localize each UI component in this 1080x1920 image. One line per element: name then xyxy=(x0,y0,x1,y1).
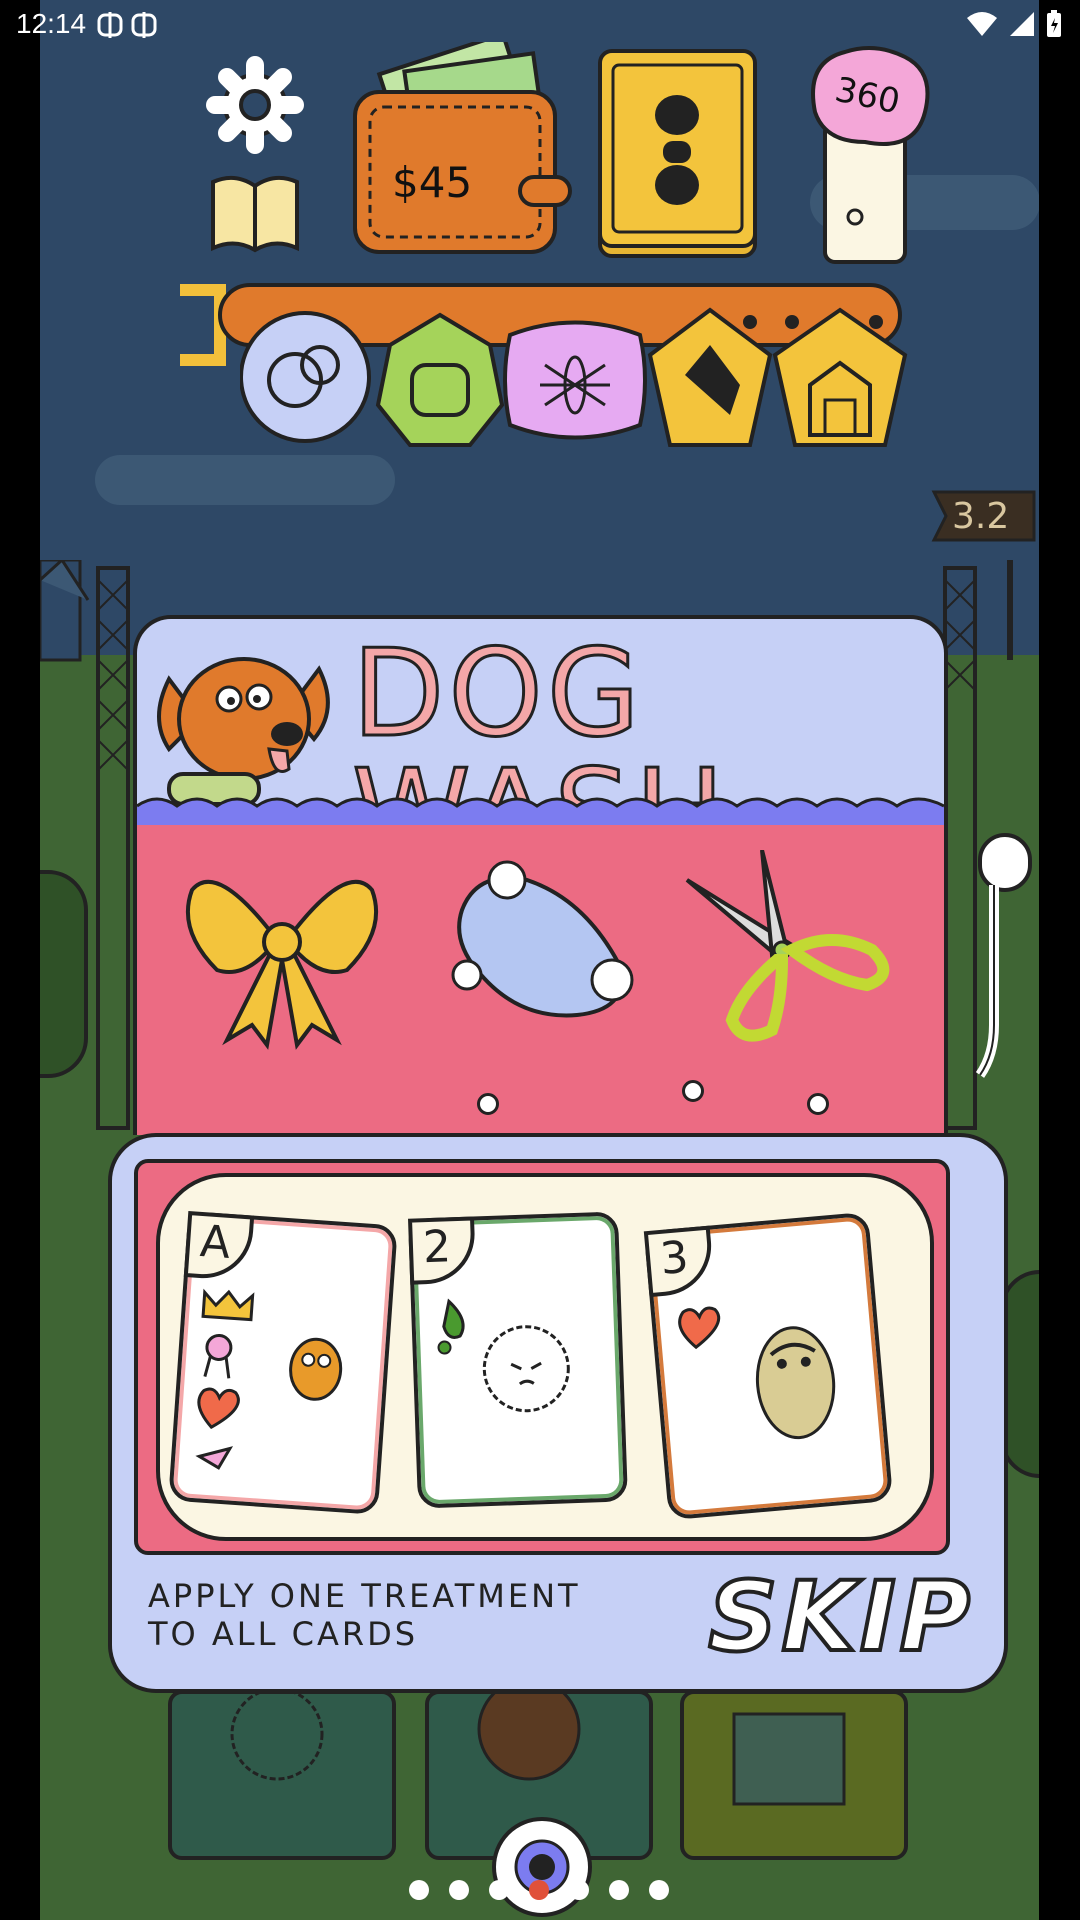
drop-icon xyxy=(442,1298,465,1339)
water-waves xyxy=(137,797,944,829)
card-deck-icon[interactable] xyxy=(595,45,760,260)
page-dot[interactable] xyxy=(529,1880,549,1900)
page-dot[interactable] xyxy=(409,1880,429,1900)
wifi-icon xyxy=(967,12,997,36)
level-number: 3.2 xyxy=(952,496,1010,537)
card-three[interactable]: 3 xyxy=(643,1211,894,1521)
headphone-prop xyxy=(975,833,1032,1078)
dog-portrait xyxy=(289,1337,343,1401)
page-indicator xyxy=(0,1878,1080,1902)
hedge xyxy=(40,870,88,1078)
scissors-treatment[interactable] xyxy=(682,850,892,1050)
bug-icon xyxy=(97,12,157,38)
cloud xyxy=(95,455,395,505)
game-scene: 3.2 $45 360 DOG A 2 3 APPLY ONE TREATMEN… xyxy=(40,0,1039,1920)
page-dot[interactable] xyxy=(569,1880,589,1900)
bubbles-tag[interactable] xyxy=(240,311,371,443)
crown-icon xyxy=(201,1288,255,1322)
card-tray: A 2 3 APPLY ONE TREATMENT TO ALL CARDS S… xyxy=(108,1133,1008,1693)
status-bar: 12:14 xyxy=(0,0,1080,48)
dog-wash-panel: DOG WASH xyxy=(133,615,948,1135)
instruction-line-1: APPLY ONE TREATMENT xyxy=(148,1577,581,1615)
settings-gear-icon[interactable] xyxy=(205,55,305,155)
doghouse-art xyxy=(732,1712,846,1806)
battery-icon xyxy=(1047,10,1061,37)
card-area: A 2 3 xyxy=(134,1159,950,1555)
signal-icon xyxy=(1010,12,1034,36)
treatment-options xyxy=(133,825,948,1135)
wallet-icon xyxy=(353,31,572,254)
card-three-art xyxy=(678,1306,836,1440)
ant-tag[interactable] xyxy=(503,320,647,440)
ribbon-icon xyxy=(205,1333,233,1361)
dog-portrait xyxy=(482,1325,570,1413)
guide-book-icon[interactable] xyxy=(205,168,305,258)
score-paw: 360 xyxy=(795,42,945,267)
instruction-text: APPLY ONE TREATMENT TO ALL CARDS xyxy=(148,1577,581,1653)
card-ace[interactable]: A xyxy=(168,1211,398,1515)
heart-icon xyxy=(197,1387,240,1430)
card-two-art xyxy=(437,1298,570,1413)
panel-header: DOG WASH xyxy=(133,615,948,876)
collar-tags xyxy=(240,307,908,447)
soap-treatment[interactable] xyxy=(437,850,647,1050)
bubble-dot xyxy=(682,1080,704,1102)
page-dot[interactable] xyxy=(449,1880,469,1900)
card-rank: 2 xyxy=(408,1216,477,1285)
page-dot[interactable] xyxy=(649,1880,669,1900)
hand-card[interactable] xyxy=(168,1690,396,1860)
card-rank: A xyxy=(183,1211,255,1282)
heart-icon xyxy=(678,1306,721,1350)
money-amount: $45 xyxy=(392,158,473,207)
dog-head-tag[interactable] xyxy=(647,307,773,447)
dog-portrait xyxy=(755,1326,836,1440)
dog-portrait xyxy=(477,1694,581,1781)
eye-button[interactable] xyxy=(492,1815,592,1920)
page-dot[interactable] xyxy=(489,1880,509,1900)
bubble-dot xyxy=(477,1093,499,1115)
instruction-line-2: TO ALL CARDS xyxy=(148,1615,419,1653)
bubble-dot xyxy=(807,1093,829,1115)
collar-tag-icon xyxy=(195,1446,234,1470)
paw-tag[interactable] xyxy=(375,312,505,447)
card-two[interactable]: 2 xyxy=(408,1211,628,1509)
hand-card[interactable] xyxy=(680,1690,908,1860)
wallet-button[interactable]: $45 xyxy=(350,31,575,262)
page-dot[interactable] xyxy=(609,1880,629,1900)
bow-treatment[interactable] xyxy=(177,850,387,1050)
status-time: 12:14 xyxy=(16,8,87,39)
barn-tag[interactable] xyxy=(772,307,908,447)
skip-button[interactable]: SKIP xyxy=(706,1559,974,1675)
card-rank: 3 xyxy=(643,1225,716,1298)
card-ace-art xyxy=(195,1288,343,1470)
dog-portrait xyxy=(230,1694,324,1781)
